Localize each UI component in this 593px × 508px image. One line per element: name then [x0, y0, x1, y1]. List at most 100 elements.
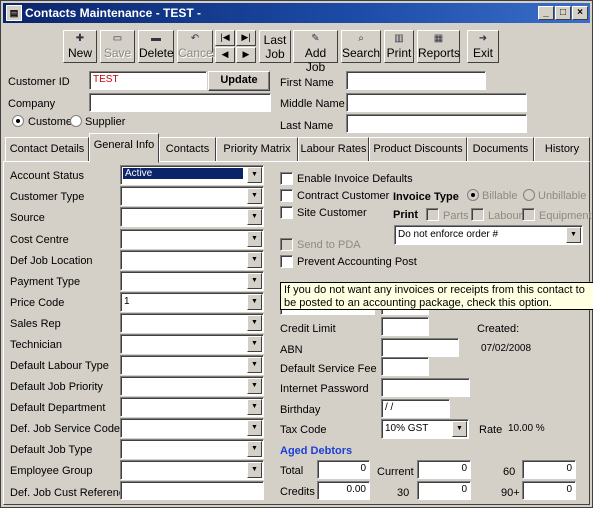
- unbillable-radio[interactable]: [523, 189, 535, 201]
- chevron-down-icon[interactable]: ▼: [247, 188, 262, 204]
- app-icon[interactable]: ▤: [6, 5, 22, 21]
- payment-type-combo[interactable]: ▼: [120, 271, 264, 291]
- first-record-button[interactable]: |◀: [215, 30, 235, 46]
- credits-input[interactable]: 0.00: [317, 481, 370, 500]
- def-job-cust-reference-input[interactable]: [120, 481, 264, 500]
- default-job-priority-combo[interactable]: ▼: [120, 376, 264, 396]
- close-button[interactable]: ×: [572, 6, 588, 20]
- first-name-input[interactable]: [346, 71, 486, 90]
- chevron-down-icon[interactable]: ▼: [566, 227, 581, 243]
- abn-input[interactable]: [381, 338, 459, 357]
- chevron-down-icon[interactable]: ▼: [247, 231, 262, 247]
- billable-radio[interactable]: [467, 189, 479, 201]
- chevron-down-icon[interactable]: ▼: [247, 209, 262, 225]
- rate-value: 10.00 %: [508, 423, 545, 434]
- chevron-down-icon[interactable]: ▼: [247, 441, 262, 457]
- site-customer-label: Site Customer: [297, 207, 367, 219]
- prevent-accounting-tooltip: If you do not want any invoices or recei…: [280, 282, 593, 310]
- maximize-button[interactable]: □: [555, 6, 571, 20]
- default-labour-type-combo[interactable]: ▼: [120, 355, 264, 375]
- tab-contacts[interactable]: Contacts: [159, 137, 216, 162]
- send-to-pda-checkbox[interactable]: [280, 238, 293, 251]
- save-button[interactable]: ▭ Save: [100, 30, 135, 63]
- tab-product-discounts[interactable]: Product Discounts: [369, 137, 467, 162]
- enable-invoice-defaults-checkbox[interactable]: [280, 172, 293, 185]
- cost-centre-combo[interactable]: ▼: [120, 229, 264, 249]
- chevron-down-icon[interactable]: ▼: [247, 336, 262, 352]
- total-input[interactable]: 0: [317, 460, 370, 479]
- chevron-down-icon[interactable]: ▼: [247, 378, 262, 394]
- employee-group-combo[interactable]: ▼: [120, 460, 264, 480]
- chevron-down-icon[interactable]: ▼: [247, 294, 262, 310]
- default-department-label: Default Department: [10, 402, 106, 414]
- chevron-down-icon[interactable]: ▼: [247, 167, 262, 183]
- default-job-type-combo[interactable]: ▼: [120, 439, 264, 459]
- def-job-location-combo[interactable]: ▼: [120, 250, 264, 270]
- current-input[interactable]: 0: [417, 460, 471, 479]
- search-icon: ⌕: [358, 33, 364, 44]
- chevron-down-icon[interactable]: ▼: [247, 252, 262, 268]
- add-job-button[interactable]: ✎ Add Job: [293, 30, 338, 74]
- supplier-radio[interactable]: [70, 115, 82, 127]
- delete-button[interactable]: ▬ Delete: [138, 30, 174, 63]
- update-button[interactable]: Update: [208, 71, 270, 91]
- reports-button[interactable]: ▦ Reports: [417, 30, 460, 63]
- technician-combo[interactable]: ▼: [120, 334, 264, 354]
- order-enforce-combo[interactable]: Do not enforce order # ▼: [394, 225, 583, 245]
- chevron-down-icon[interactable]: ▼: [247, 462, 262, 478]
- reports-icon: ▦: [433, 33, 444, 44]
- title-bar[interactable]: ▤ Contacts Maintenance - TEST - _ □ ×: [3, 3, 590, 23]
- last-record-button[interactable]: ▶|: [236, 30, 256, 46]
- tab-general-info[interactable]: General Info: [89, 133, 159, 163]
- prev-record-button[interactable]: ◀: [215, 47, 235, 63]
- chevron-down-icon[interactable]: ▼: [452, 421, 467, 437]
- internet-password-input[interactable]: [381, 378, 470, 397]
- birthday-input[interactable]: / /: [381, 399, 450, 418]
- unbillable-label: Unbillable: [538, 190, 587, 202]
- customer-type-combo[interactable]: ▼: [120, 186, 264, 206]
- d60-input[interactable]: 0: [522, 460, 576, 479]
- cancel-button[interactable]: ↶ Cancel: [177, 30, 215, 63]
- search-button[interactable]: ⌕ Search: [341, 30, 381, 63]
- source-combo[interactable]: ▼: [120, 207, 264, 227]
- d90-input[interactable]: 0: [522, 481, 576, 500]
- print-equipment-checkbox[interactable]: [522, 208, 535, 221]
- last-name-input[interactable]: [346, 114, 527, 133]
- customer-id-input[interactable]: TEST: [89, 71, 207, 90]
- tab-labour-rates[interactable]: Labour Rates: [298, 137, 369, 162]
- sales-rep-combo[interactable]: ▼: [120, 313, 264, 333]
- tab-priority-matrix[interactable]: Priority Matrix: [216, 137, 298, 162]
- print-labour-checkbox[interactable]: [471, 208, 484, 221]
- site-customer-checkbox[interactable]: [280, 206, 293, 219]
- chevron-down-icon[interactable]: ▼: [247, 399, 262, 415]
- customer-radio[interactable]: [12, 115, 24, 127]
- tax-code-combo[interactable]: 10% GST ▼: [381, 419, 469, 439]
- default-service-fee-input[interactable]: [381, 357, 429, 376]
- account-status-combo[interactable]: Active ▼: [120, 165, 264, 185]
- tab-documents[interactable]: Documents: [467, 137, 534, 162]
- exit-button[interactable]: ➜ Exit: [467, 30, 499, 63]
- tab-contact-details[interactable]: Contact Details: [5, 137, 89, 162]
- def-job-service-code-combo[interactable]: ▼: [120, 418, 264, 438]
- chevron-down-icon[interactable]: ▼: [247, 315, 262, 331]
- price-code-combo[interactable]: 1 ▼: [120, 292, 264, 312]
- middle-name-input[interactable]: [346, 93, 527, 112]
- add-job-icon: ✎: [311, 33, 320, 44]
- minimize-button[interactable]: _: [538, 6, 554, 20]
- d30-input[interactable]: 0: [417, 481, 471, 500]
- default-department-combo[interactable]: ▼: [120, 397, 264, 417]
- tab-history[interactable]: History: [534, 137, 590, 162]
- print-parts-checkbox[interactable]: [426, 208, 439, 221]
- print-button[interactable]: ▥ Print: [384, 30, 414, 63]
- chevron-down-icon[interactable]: ▼: [247, 420, 262, 436]
- credit-limit-label: Credit Limit: [280, 323, 336, 335]
- company-input[interactable]: [89, 93, 271, 112]
- credit-limit-input[interactable]: [381, 317, 429, 336]
- contract-customer-checkbox[interactable]: [280, 189, 293, 202]
- new-button[interactable]: ✚ New: [63, 30, 97, 63]
- chevron-down-icon[interactable]: ▼: [247, 273, 262, 289]
- prevent-accounting-post-checkbox[interactable]: [280, 255, 293, 268]
- chevron-down-icon[interactable]: ▼: [247, 357, 262, 373]
- next-record-button[interactable]: ▶: [236, 47, 256, 63]
- last-job-button[interactable]: Last Job: [259, 30, 291, 63]
